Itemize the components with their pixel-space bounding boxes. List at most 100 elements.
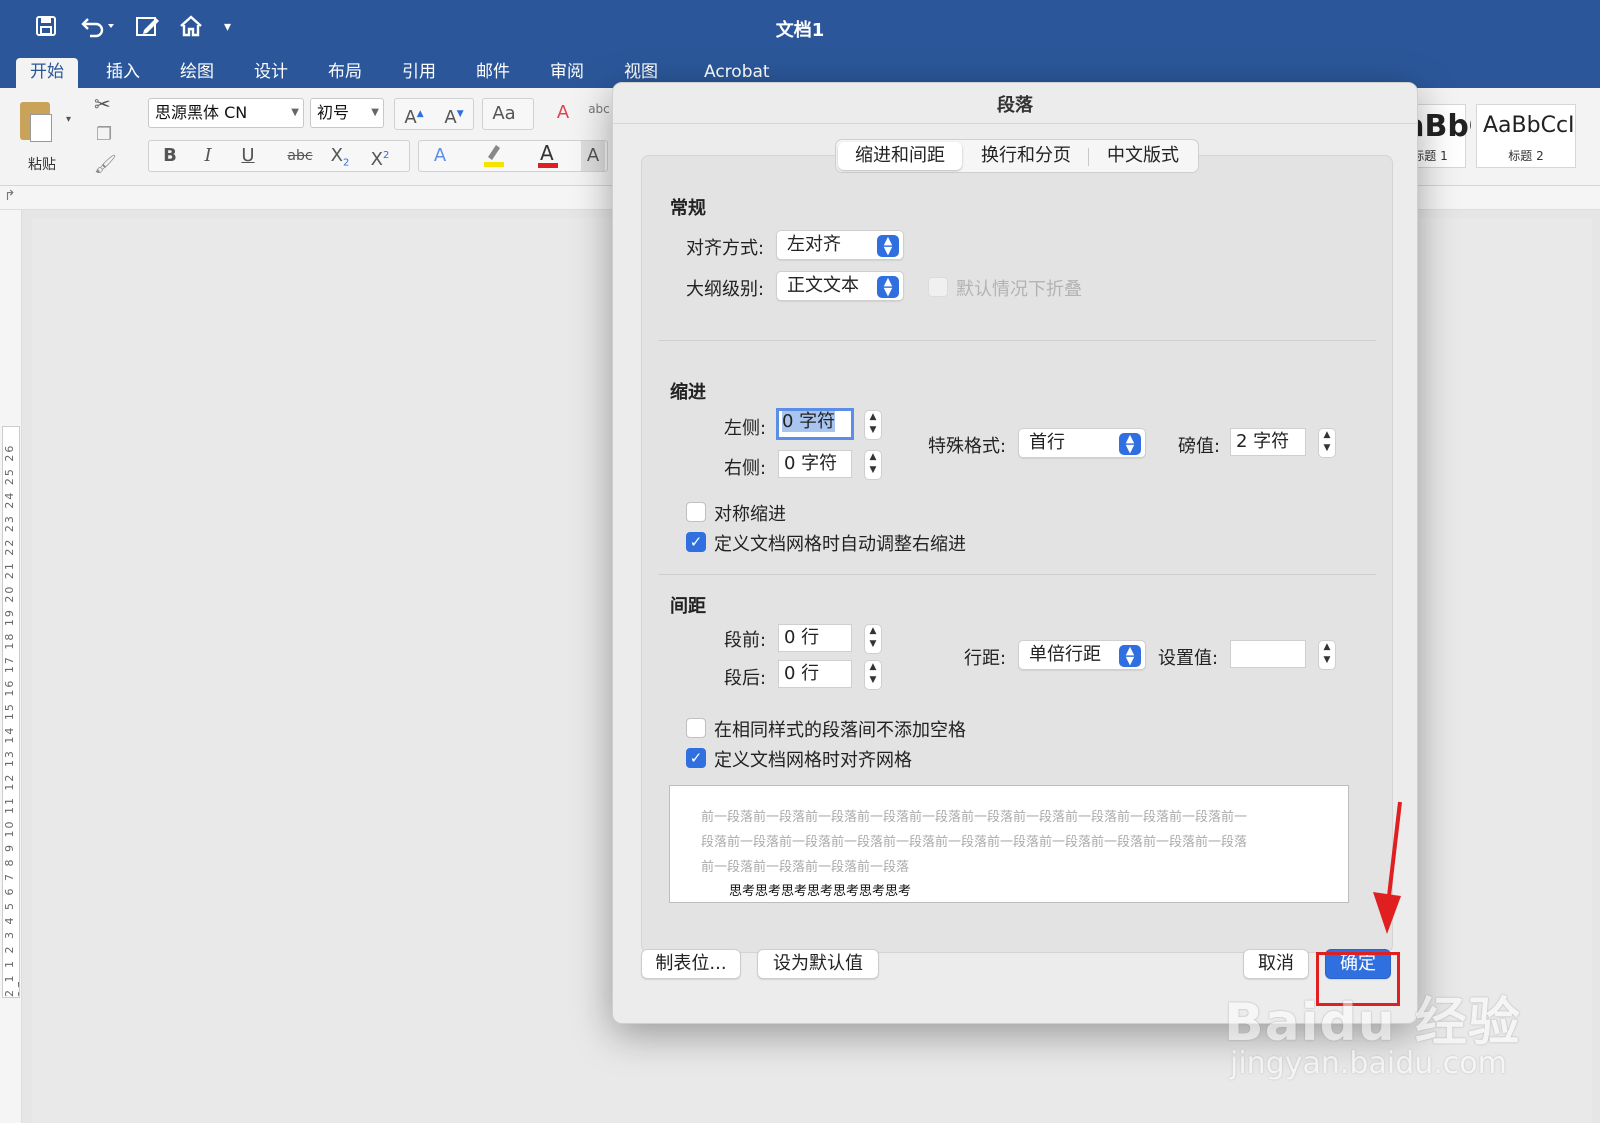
underline-icon[interactable]: U — [229, 141, 267, 171]
shrink-font-icon[interactable]: A▼ — [435, 99, 473, 129]
dialog-tabs: 缩进和间距 换行和分页 中文版式 — [835, 139, 1199, 173]
tab-mailings[interactable]: 邮件 — [462, 58, 524, 88]
spacing-before-label: 段前: — [724, 630, 767, 651]
spacing-after-input[interactable]: 0 行 — [778, 660, 852, 688]
strikethrough-icon[interactable]: abc — [281, 141, 319, 171]
mirror-indent-checkbox[interactable] — [686, 502, 706, 522]
paragraph-dialog: 段落 常规 对齐方式: 左对齐 ▲ ▼ 大纲级别: 正文文本 ▲ ▼ 默认情况下折叠… — [612, 82, 1418, 1024]
font-color-group: A A A — [418, 140, 608, 172]
spacing-before-input[interactable]: 0 行 — [778, 624, 852, 652]
tab-references[interactable]: 引用 — [388, 58, 450, 88]
line-spacing-at-stepper[interactable]: ▲ ▼ — [1318, 640, 1336, 670]
font-color-icon[interactable]: A — [529, 141, 567, 171]
cancel-button[interactable]: 取消 — [1243, 949, 1309, 979]
style-sample: AaBbCcI — [1483, 113, 1573, 138]
special-indent-label: 特殊格式: — [928, 436, 1007, 457]
auto-adjust-indent-checkbox[interactable]: ✓ — [686, 532, 706, 552]
alignment-label: 对齐方式: — [686, 238, 765, 259]
spacing-after-value: 0 行 — [784, 663, 820, 684]
vertical-ruler[interactable]: 2 1 1 2 3 4 5 6 7 8 9 10 11 12 13 14 15 … — [0, 210, 22, 1123]
copy-icon[interactable]: ❐ — [96, 124, 112, 145]
outline-level-value: 正文文本 — [787, 275, 859, 296]
clipboard-sheet-icon — [30, 114, 52, 142]
font-name-value: 思源黑体 CN — [155, 103, 248, 122]
set-default-button[interactable]: 设为默认值 — [757, 949, 879, 979]
no-space-same-style-checkbox[interactable] — [686, 718, 706, 738]
tab-stop-icon[interactable]: ↱ — [4, 188, 16, 204]
title-bar: ▾ 文档1 — [0, 0, 1600, 56]
collapse-label: 默认情况下折叠 — [956, 279, 1082, 300]
tab-line-page-breaks[interactable]: 换行和分页 — [964, 142, 1088, 170]
ruler-marks: 2 1 1 2 3 4 5 6 7 8 9 10 11 12 13 14 15 … — [2, 426, 20, 998]
paste-dropdown-icon[interactable]: ▾ — [66, 114, 71, 125]
chevron-down-icon: ▼ — [371, 107, 379, 118]
spacing-after-stepper[interactable]: ▲ ▼ — [864, 660, 882, 690]
format-painter-icon[interactable]: 🖌 — [94, 154, 117, 175]
chevron-updown-icon: ▲ ▼ — [877, 276, 899, 298]
alignment-select[interactable]: 左对齐 ▲ ▼ — [776, 230, 904, 260]
watermark-url: jingyan.baidu.com — [1230, 1046, 1507, 1081]
tabs-button[interactable]: 制表位... — [641, 949, 741, 979]
indent-by-value: 2 字符 — [1236, 431, 1290, 452]
tab-asian-typography[interactable]: 中文版式 — [1090, 142, 1196, 170]
italic-icon[interactable]: I — [189, 141, 227, 171]
tab-insert[interactable]: 插入 — [92, 58, 154, 88]
indent-right-value: 0 字符 — [784, 453, 838, 474]
outline-level-select[interactable]: 正文文本 ▲ ▼ — [776, 271, 904, 301]
dialog-title: 段落 — [997, 95, 1033, 116]
line-spacing-select[interactable]: 单倍行距 ▲ ▼ — [1018, 640, 1146, 670]
text-effects-icon[interactable]: A — [421, 141, 459, 171]
section-spacing-title: 间距 — [670, 596, 706, 617]
indent-right-input[interactable]: 0 字符 — [778, 450, 852, 478]
special-indent-value: 首行 — [1029, 432, 1065, 453]
indent-right-stepper[interactable]: ▲ ▼ — [864, 450, 882, 480]
paste-button[interactable]: ▾ 粘贴 — [14, 96, 74, 176]
tab-review[interactable]: 审阅 — [536, 58, 598, 88]
tab-draw[interactable]: 绘图 — [166, 58, 228, 88]
spacing-before-stepper[interactable]: ▲ ▼ — [864, 624, 882, 654]
spacing-before-value: 0 行 — [784, 627, 820, 648]
arrow-annotation-icon — [1373, 801, 1402, 934]
snap-to-grid-checkbox[interactable]: ✓ — [686, 748, 706, 768]
tab-home[interactable]: 开始 — [16, 58, 78, 88]
line-spacing-at-label: 设置值: — [1158, 648, 1219, 669]
tab-layout[interactable]: 布局 — [314, 58, 376, 88]
no-space-same-style-label: 在相同样式的段落间不添加空格 — [714, 720, 966, 741]
change-case-group[interactable]: Aa — [482, 98, 534, 130]
character-shading-icon[interactable]: A — [581, 141, 605, 171]
font-name-select[interactable]: 思源黑体 CN ▼ — [148, 98, 304, 128]
tab-indents-spacing[interactable]: 缩进和间距 — [838, 142, 962, 170]
line-spacing-value: 单倍行距 — [1029, 644, 1101, 665]
collapse-checkbox[interactable] — [928, 277, 948, 297]
superscript-icon[interactable]: X2 — [361, 141, 399, 171]
paste-label: 粘贴 — [28, 157, 56, 173]
indent-left-input[interactable]: 0 字符 — [776, 408, 854, 440]
indent-by-stepper[interactable]: ▲ ▼ — [1318, 428, 1336, 458]
change-case-icon[interactable]: Aa — [485, 99, 523, 129]
outline-level-label: 大纲级别: — [686, 279, 765, 300]
indent-left-stepper[interactable]: ▲ ▼ — [864, 410, 882, 440]
cut-icon[interactable]: ✂ — [94, 92, 111, 116]
subscript-icon[interactable]: X2 — [321, 141, 359, 171]
bold-icon[interactable]: B — [151, 141, 189, 171]
clear-formatting-icon[interactable]: A — [544, 98, 582, 128]
section-general-title: 常规 — [670, 198, 706, 219]
indent-left-label: 左侧: — [724, 418, 767, 439]
chevron-down-icon: ▼ — [291, 107, 299, 118]
style-name: 标题 2 — [1508, 149, 1544, 163]
special-indent-select[interactable]: 首行 ▲ ▼ — [1018, 428, 1146, 458]
preview-line: 前一段落前一段落前一段落前一段落 — [701, 860, 910, 875]
tab-design[interactable]: 设计 — [240, 58, 302, 88]
indent-by-input[interactable]: 2 字符 — [1230, 428, 1306, 456]
line-spacing-at-input[interactable] — [1230, 640, 1306, 668]
grow-font-icon[interactable]: A▲ — [395, 99, 433, 129]
highlight-icon[interactable] — [475, 141, 513, 171]
preview-box: 前一段落前一段落前一段落前一段落前一段落前一段落前一段落前一段落前一段落前一段落… — [669, 785, 1349, 903]
font-size-select[interactable]: 初号 ▼ — [310, 98, 384, 128]
snap-to-grid-label: 定义文档网格时对齐网格 — [714, 750, 912, 771]
style-heading-2[interactable]: AaBbCcI 标题 2 — [1476, 104, 1576, 168]
document-title: 文档1 — [775, 20, 825, 41]
chevron-updown-icon: ▲ ▼ — [877, 235, 899, 257]
chevron-updown-icon: ▲ ▼ — [1119, 433, 1141, 455]
alignment-value: 左对齐 — [787, 234, 841, 255]
